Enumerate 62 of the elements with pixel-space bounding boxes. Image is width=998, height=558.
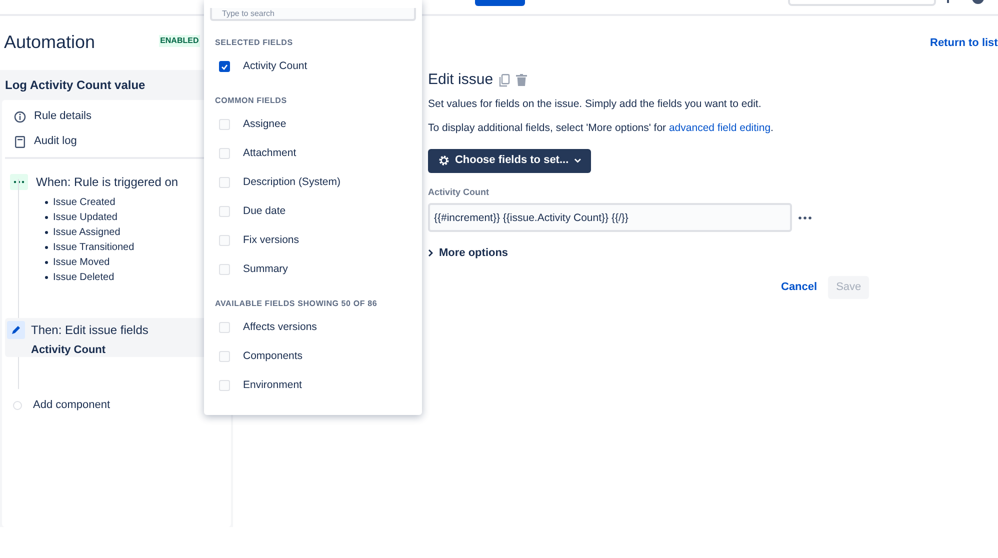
document-icon <box>14 136 24 148</box>
input-field[interactable]: {{#increment}} {{issue.Activity Count}} {{/}} <box>428 203 792 232</box>
more-options-toggle[interactable]: More options <box>428 245 508 262</box>
checkbox[interactable] <box>219 322 230 333</box>
trigger-event: Issue Deleted <box>53 271 114 285</box>
checkbox[interactable] <box>219 119 230 130</box>
action-detail: Activity Count <box>31 343 107 358</box>
add-node-icon <box>13 400 22 410</box>
section-heading: SELECTED FIELDS <box>214 37 294 49</box>
field-option[interactable]: Description (System) <box>204 168 422 197</box>
trigger-event: Issue Moved <box>53 256 110 270</box>
checkbox[interactable] <box>219 61 230 72</box>
advanced-editing-link[interactable]: advanced field editing <box>668 122 771 134</box>
trigger-label: When: Rule is triggered on <box>36 174 178 191</box>
checkbox[interactable] <box>219 177 230 188</box>
editor-description: Set values for fields on the issue. Simply add the fields you want to edit. <box>428 97 762 112</box>
checkbox[interactable] <box>219 148 230 159</box>
bullet-icon <box>45 201 48 204</box>
info-icon <box>14 110 26 122</box>
trash-icon[interactable] <box>516 74 528 86</box>
bullet-icon <box>45 231 48 234</box>
chevron-right-icon <box>428 249 433 258</box>
bullet-icon <box>45 246 48 249</box>
checkbox[interactable] <box>219 235 230 246</box>
more-icon[interactable] <box>798 216 812 220</box>
return-link[interactable]: Return to list <box>930 35 998 52</box>
editor-hint: To display additional fields, select 'More options' for advanced field editing. <box>428 120 774 136</box>
chevron-down-icon <box>574 158 581 163</box>
bullet-icon <box>45 216 48 219</box>
trigger-event: Issue Transitioned <box>53 241 134 255</box>
page-title: Automation <box>4 30 96 54</box>
field-label: Activity Count <box>428 186 490 199</box>
create-button[interactable] <box>475 0 525 6</box>
add-component-link[interactable]: Add component <box>33 397 110 414</box>
checkbox[interactable] <box>219 380 230 391</box>
editor-title: Edit issue <box>428 70 494 90</box>
copy-icon[interactable] <box>499 74 510 86</box>
bullet-icon <box>45 261 48 264</box>
choose-fields-button[interactable]: Choose fields to set... <box>428 148 591 172</box>
checkbox[interactable] <box>219 206 230 217</box>
section-heading: COMMON FIELDS <box>214 95 288 107</box>
field-option[interactable]: Environment <box>204 371 422 400</box>
field-option[interactable]: Summary <box>204 255 422 284</box>
trigger-event: Issue Assigned <box>53 226 120 240</box>
bullet-icon <box>45 276 48 279</box>
section-heading: AVAILABLE FIELDS SHOWING 50 OF 86 <box>214 298 378 310</box>
field-option[interactable]: Fix versions <box>204 226 422 255</box>
field-option[interactable]: Activity Count <box>204 52 422 81</box>
checkbox[interactable] <box>219 264 230 275</box>
status-badge: ENABLED <box>159 35 200 47</box>
search-field[interactable]: Type to search <box>210 8 416 21</box>
cancel-button[interactable]: Cancel <box>779 276 820 298</box>
rule-name: Log Activity Count value <box>5 77 146 94</box>
trigger-icon <box>10 174 28 190</box>
action-label: Then: Edit issue fields <box>31 322 148 339</box>
trigger-event: Issue Created <box>53 196 116 210</box>
gear-icon <box>438 154 450 167</box>
pencil-icon <box>7 321 25 339</box>
trigger-event: Issue Updated <box>53 211 118 225</box>
checkmark-icon <box>221 64 228 70</box>
field-option[interactable]: Due date <box>204 197 422 226</box>
checkbox[interactable] <box>219 351 230 362</box>
